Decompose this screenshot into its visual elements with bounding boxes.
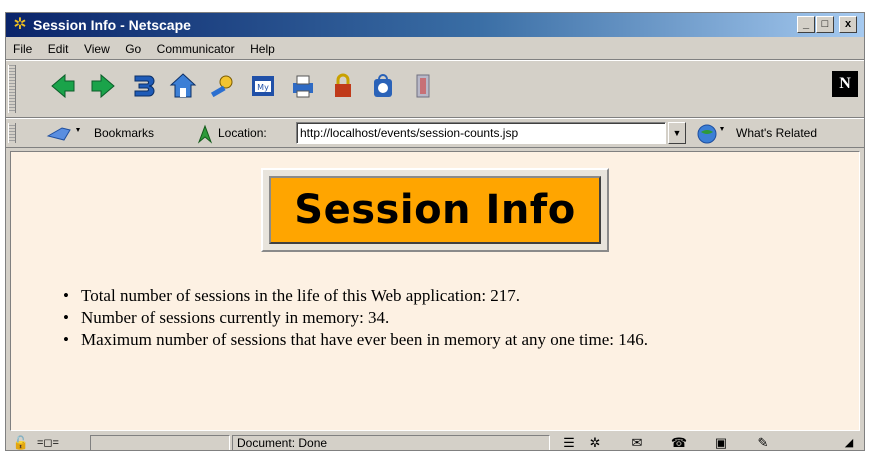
menu-edit[interactable]: Edit: [44, 39, 73, 59]
menu-communicator[interactable]: Communicator: [153, 39, 239, 59]
max-sessions-text: Maximum number of sessions that have eve…: [81, 330, 649, 349]
netscape-logo[interactable]: N: [832, 71, 858, 97]
toolbar-grip[interactable]: [8, 65, 16, 113]
bullet-icon: •: [63, 286, 69, 305]
lock-icon[interactable]: 🔓: [10, 434, 32, 450]
menu-go[interactable]: Go: [121, 39, 145, 59]
stop-icon[interactable]: [408, 71, 438, 101]
search-icon[interactable]: [208, 71, 238, 101]
whats-related-icon[interactable]: [696, 123, 728, 145]
close-button[interactable]: x: [839, 16, 857, 33]
mail-icon[interactable]: ✉: [626, 434, 648, 450]
svg-text:My: My: [257, 83, 269, 92]
messenger-icon[interactable]: ☎: [668, 434, 690, 450]
location-toolbar-grip[interactable]: [8, 123, 16, 143]
minimize-button[interactable]: _: [797, 16, 815, 33]
list-item: • Total number of sessions in the life of…: [59, 285, 648, 307]
shop-icon[interactable]: [368, 71, 398, 101]
bookmarks-icon[interactable]: [46, 124, 86, 144]
menu-help[interactable]: Help: [246, 39, 279, 59]
netscape-app-icon: ✲: [13, 16, 27, 33]
page-content: Session Info • Total number of sessions i…: [10, 151, 860, 431]
forward-icon[interactable]: [88, 71, 118, 101]
composer-icon[interactable]: ✎: [752, 434, 774, 450]
session-info-list: • Total number of sessions in the life of…: [59, 285, 648, 351]
back-icon[interactable]: [48, 71, 78, 101]
security-icon[interactable]: [328, 71, 358, 101]
progress-cell: [90, 435, 230, 450]
status-bar: 🔓 =◻= Document: Done ☰ ✲ ✉ ☎ ▣ ✎ ◢: [6, 433, 864, 450]
menu-file[interactable]: File: [9, 39, 36, 59]
menu-view[interactable]: View: [80, 39, 114, 59]
url-dropdown-button[interactable]: ▼: [668, 122, 686, 144]
location-icon: [196, 124, 214, 144]
connection-icon: =◻=: [37, 437, 59, 449]
home-icon[interactable]: [168, 71, 198, 101]
menu-bar: File Edit View Go Communicator Help: [6, 39, 864, 60]
page-title: Session Info: [294, 187, 576, 233]
print-icon[interactable]: [288, 71, 318, 101]
navigation-toolbar: My N: [6, 60, 864, 118]
maximize-button[interactable]: □: [816, 16, 834, 33]
page-banner: Session Info: [261, 168, 609, 252]
status-text: Document: Done: [232, 435, 550, 450]
whats-related-label[interactable]: What's Related: [736, 123, 817, 143]
location-toolbar: Bookmarks Location: http://localhost/eve…: [6, 118, 864, 148]
bullet-icon: •: [63, 308, 69, 327]
window-title: Session Info - Netscape: [33, 17, 191, 33]
location-label: Location:: [218, 126, 267, 140]
navigator-icon[interactable]: ✲: [584, 434, 606, 450]
current-sessions-text: Number of sessions currently in memory: …: [81, 308, 390, 327]
reload-icon[interactable]: [128, 71, 158, 101]
bookmarks-label[interactable]: Bookmarks: [94, 123, 154, 143]
bullet-icon: •: [63, 330, 69, 349]
total-sessions-text: Total number of sessions in the life of …: [81, 286, 521, 305]
list-item: • Number of sessions currently in memory:…: [59, 307, 648, 329]
browser-window: ✲ Session Info - Netscape _ □ x File Edi…: [5, 12, 865, 451]
url-input[interactable]: http://localhost/events/session-counts.j…: [296, 122, 666, 144]
address-book-icon[interactable]: ▣: [710, 434, 732, 450]
banner-panel: Session Info: [269, 176, 601, 244]
list-item: • Maximum number of sessions that have ev…: [59, 329, 648, 351]
component-bar-separator-icon: ☰: [563, 435, 575, 450]
resize-grip-icon[interactable]: ◢: [840, 434, 858, 450]
title-bar[interactable]: ✲ Session Info - Netscape _ □ x: [6, 13, 864, 37]
my-netscape-icon[interactable]: My: [248, 71, 278, 101]
